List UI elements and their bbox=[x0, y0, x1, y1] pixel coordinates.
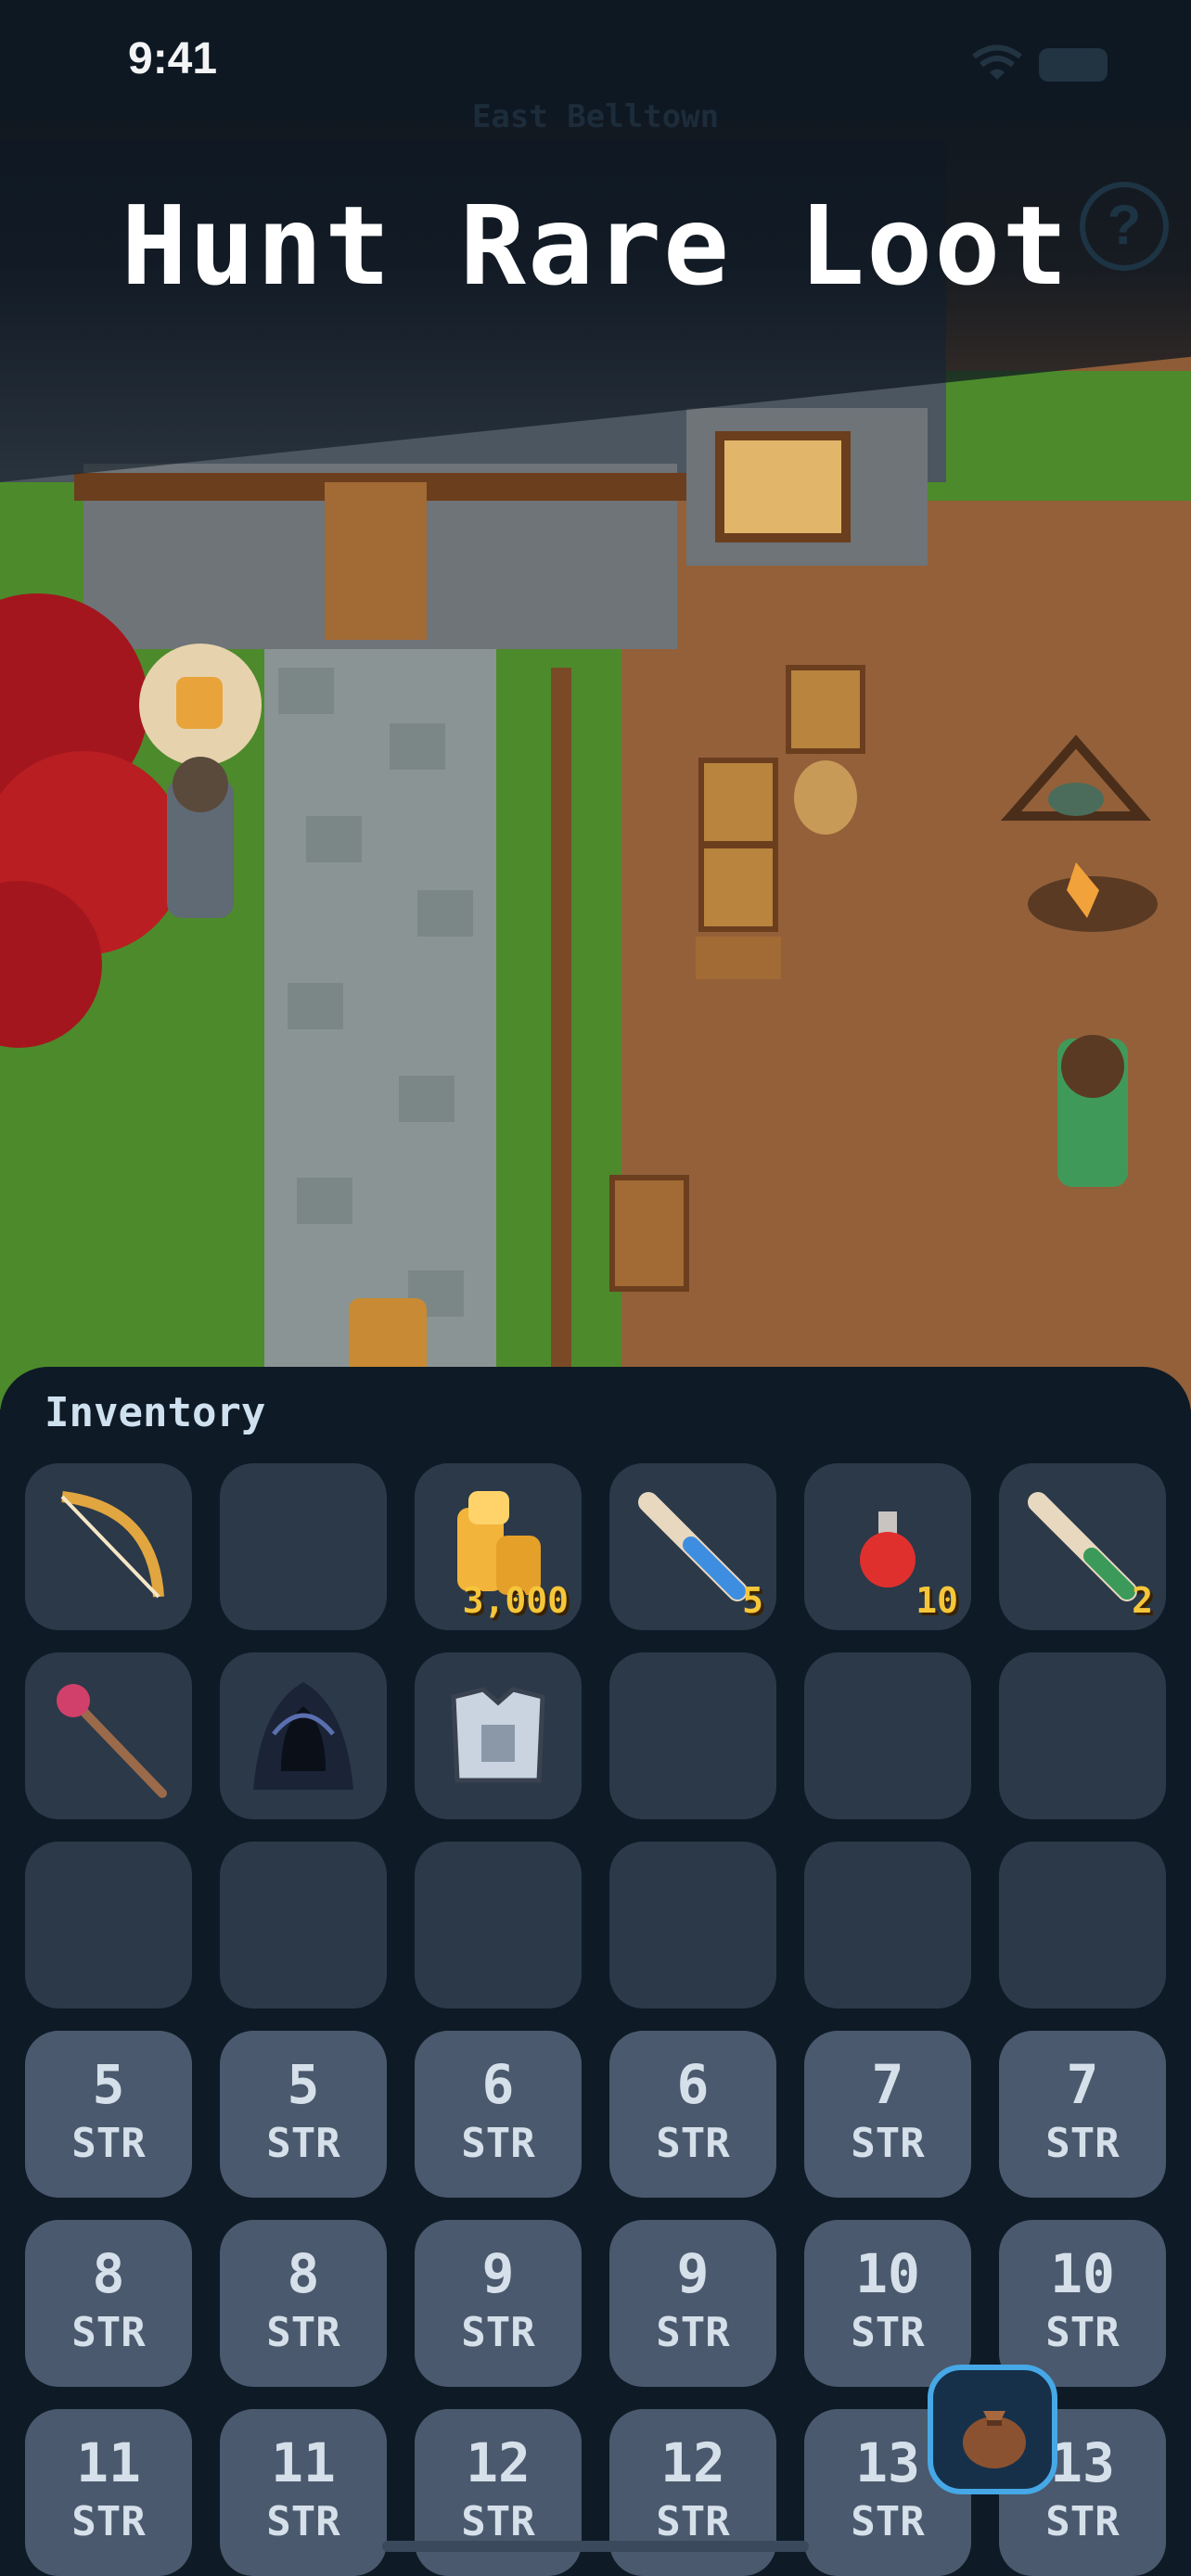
inventory-slot[interactable] bbox=[415, 1842, 582, 2009]
green-scroll-icon bbox=[1028, 1492, 1137, 1601]
loot-bag-button[interactable] bbox=[928, 2365, 1057, 2494]
stat-slot[interactable]: 9 STR bbox=[415, 2220, 582, 2387]
headline-title: Hunt Rare Loot bbox=[121, 182, 1070, 310]
dark-cloak-icon bbox=[253, 1682, 353, 1790]
inventory-slot[interactable]: 2 bbox=[999, 1463, 1166, 1630]
inventory-title: Inventory bbox=[45, 1389, 266, 1436]
inventory-slot[interactable]: 10 bbox=[804, 1463, 971, 1630]
inventory-slot[interactable] bbox=[415, 1652, 582, 1819]
battery-icon bbox=[1039, 48, 1108, 82]
location-title: East Belltown bbox=[471, 98, 720, 135]
stat-slot[interactable]: 8 STR bbox=[25, 2220, 192, 2387]
stat-slot[interactable]: 7 STR bbox=[804, 2031, 971, 2198]
stat-slot[interactable]: 5 STR bbox=[220, 2031, 387, 2198]
stat-slot[interactable]: 8 STR bbox=[220, 2220, 387, 2387]
inventory-slot[interactable] bbox=[609, 1652, 776, 1819]
question-mark-icon: ? bbox=[1107, 194, 1142, 256]
help-button[interactable]: ? bbox=[1080, 182, 1169, 271]
stat-slot[interactable]: 11 STR bbox=[25, 2409, 192, 2576]
stat-slot[interactable]: 10 STR bbox=[804, 2220, 971, 2387]
stat-slot[interactable]: 10 STR bbox=[999, 2220, 1166, 2387]
inventory-slot[interactable] bbox=[220, 1652, 387, 1819]
stat-slot[interactable]: 11 STR bbox=[220, 2409, 387, 2576]
inventory-slot[interactable] bbox=[609, 1842, 776, 2009]
inventory-slot[interactable] bbox=[999, 1842, 1166, 2009]
stat-slot[interactable]: 6 STR bbox=[415, 2031, 582, 2198]
blue-scroll-icon bbox=[638, 1492, 748, 1601]
inventory-slot[interactable] bbox=[25, 1463, 192, 1630]
bow-icon bbox=[60, 1491, 164, 1599]
inventory-slot[interactable] bbox=[25, 1652, 192, 1819]
inventory-slot[interactable] bbox=[804, 1842, 971, 2009]
inventory-slot[interactable] bbox=[999, 1652, 1166, 1819]
inventory-slot[interactable] bbox=[220, 1842, 387, 2009]
home-indicator[interactable] bbox=[382, 2541, 809, 2552]
inventory-slot[interactable] bbox=[25, 1842, 192, 2009]
stat-slot[interactable]: 9 STR bbox=[609, 2220, 776, 2387]
chest-armor-icon bbox=[451, 1687, 545, 1783]
stat-slot[interactable]: 5 STR bbox=[25, 2031, 192, 2198]
status-time: 9:41 bbox=[128, 34, 218, 83]
wifi-icon bbox=[972, 45, 1022, 80]
loot-bag-icon bbox=[963, 2411, 1026, 2468]
inventory-slot[interactable] bbox=[220, 1463, 387, 1630]
stat-slot[interactable]: 7 STR bbox=[999, 2031, 1166, 2198]
staff-icon bbox=[57, 1684, 167, 1798]
stat-slot[interactable]: 6 STR bbox=[609, 2031, 776, 2198]
inventory-slot[interactable] bbox=[804, 1652, 971, 1819]
inventory-slot[interactable]: 3,000 bbox=[415, 1463, 582, 1630]
inventory-slot[interactable]: 5 bbox=[609, 1463, 776, 1630]
